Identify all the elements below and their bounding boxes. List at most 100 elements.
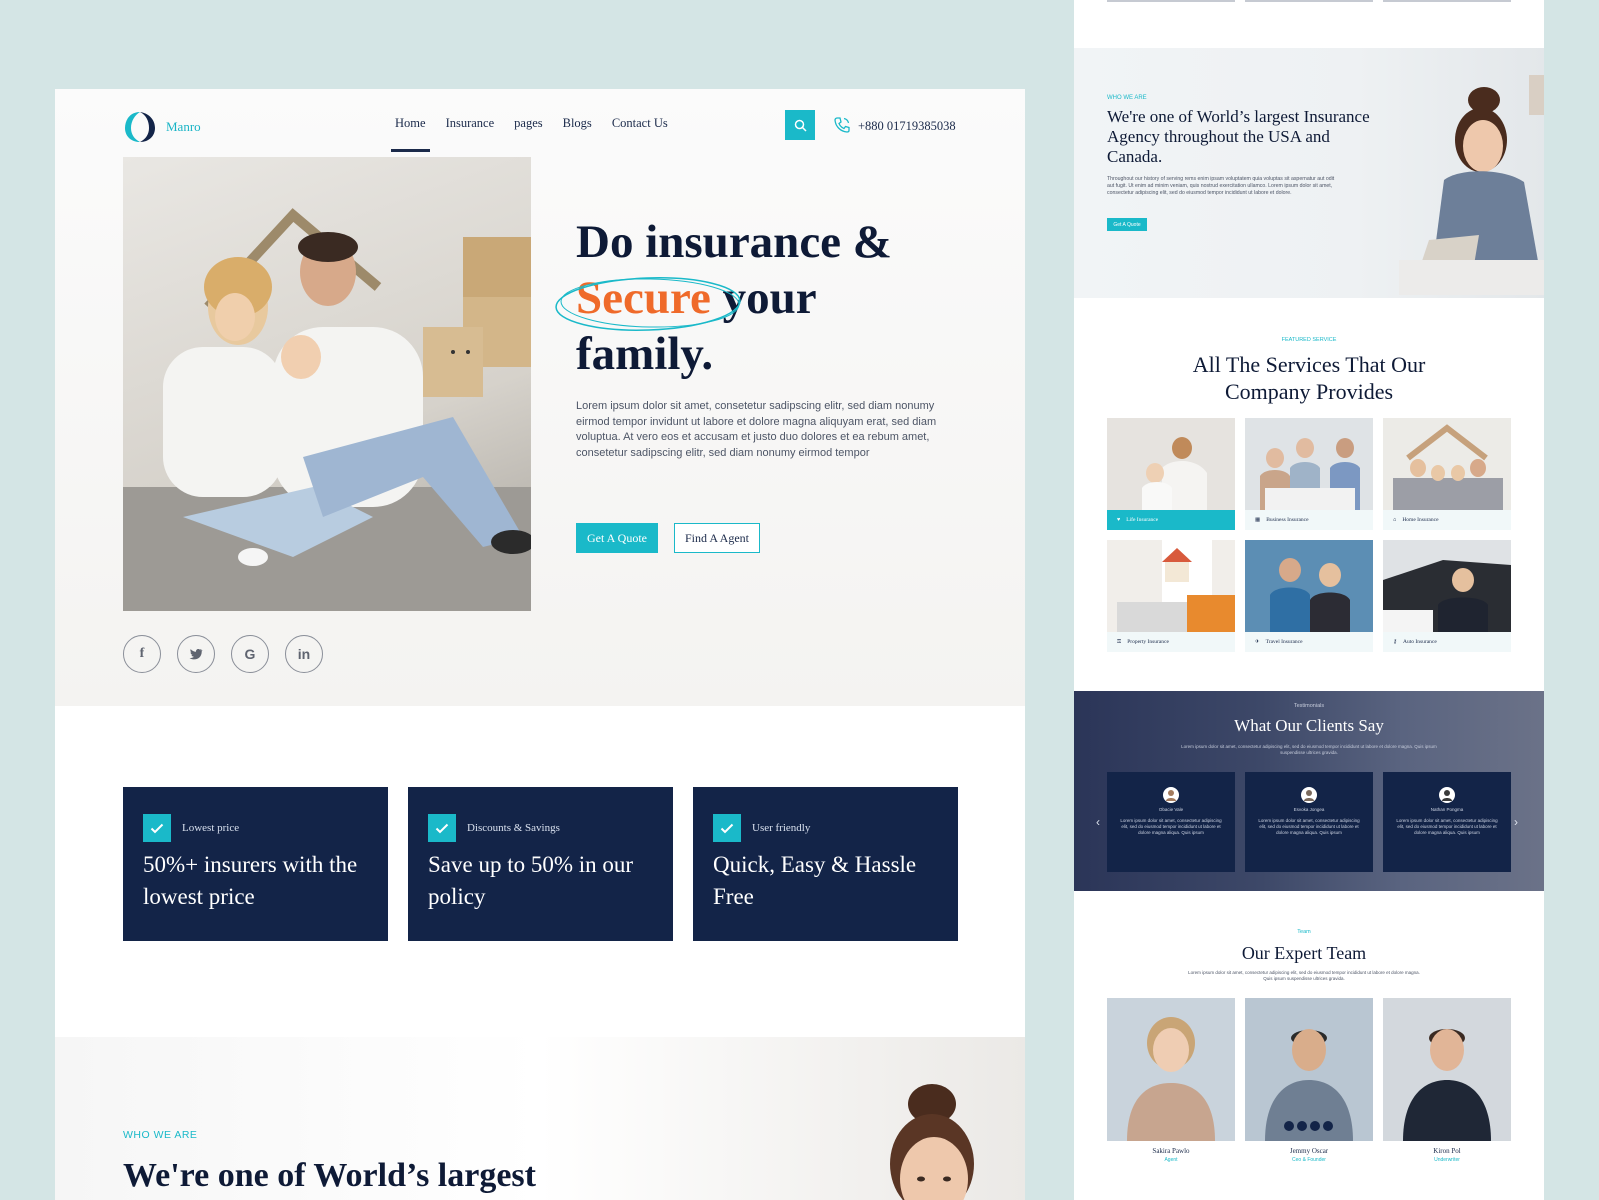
service-label: ♥ Life Insurance: [1107, 510, 1235, 530]
team-member-role: Agent: [1164, 1157, 1178, 1163]
team-member-photo: [1383, 998, 1511, 1141]
phone-icon: [834, 117, 850, 133]
nav-pages[interactable]: pages: [514, 116, 542, 131]
linkedin-icon[interactable]: in: [285, 635, 323, 673]
team-member-card[interactable]: Jemmy Oscar Ceo & Founder: [1245, 998, 1373, 1170]
service-image: [1107, 540, 1235, 632]
service-image: [1245, 540, 1373, 632]
car-key-icon: ⚷: [1393, 639, 1398, 645]
who-we-are-tag: WHO WE ARE: [123, 1129, 198, 1141]
chevron-left-icon[interactable]: ‹: [1096, 815, 1100, 829]
service-card-property[interactable]: ⚿ Property Insurance: [1107, 540, 1235, 652]
team-member-card[interactable]: Sakira Pawlo Agent: [1107, 998, 1235, 1170]
feature-tag: Lowest price: [182, 822, 240, 834]
woman-at-desk-photo: [1399, 75, 1544, 295]
testimonials-tag: Testimonials: [1293, 703, 1325, 709]
woman-portrait: [890, 1084, 974, 1200]
services-tag: FEATURED SERVICE: [1281, 337, 1337, 343]
service-card-business[interactable]: ▦ Business Insurance: [1245, 418, 1373, 530]
check-icon: [143, 814, 171, 842]
find-agent-button[interactable]: Find A Agent: [674, 523, 760, 553]
feature-tag: Discounts & Savings: [467, 822, 560, 834]
avatar: [1163, 787, 1179, 803]
search-button[interactable]: [785, 110, 815, 140]
team-member-photo: [1245, 998, 1373, 1141]
nav-links: Home Insurance pages Blogs Contact Us: [391, 116, 688, 152]
secondary-page-preview: WHO WE ARE We're one of World’s largest …: [1074, 0, 1544, 1200]
service-image: [1383, 418, 1511, 510]
preview-who-tag: WHO WE ARE: [1107, 95, 1147, 101]
testimonial-card: Esvoka Jongea Lorem ipsum dolor sit amet…: [1245, 772, 1373, 872]
team-subtitle: Lorem ipsum dolor sit amet, consectetur …: [1188, 970, 1420, 981]
feature-title: Quick, Easy & Hassle Free: [713, 852, 917, 909]
team-member-name: Sakira Pawlo: [1152, 1147, 1190, 1155]
top-dividers: [1107, 0, 1511, 2]
testimonials-subtitle: Lorem ipsum dolor sit amet, consectetur …: [1181, 744, 1437, 755]
building-icon: ▦: [1255, 517, 1261, 523]
service-card-life[interactable]: ♥ Life Insurance: [1107, 418, 1235, 530]
services-title: All The Services That Our Company Provid…: [1192, 352, 1426, 404]
preview-quote-button[interactable]: Get A Quote: [1107, 218, 1147, 231]
service-name: Life Insurance: [1126, 517, 1159, 523]
nav-insurance[interactable]: Insurance: [446, 116, 495, 131]
feature-card-discounts: Discounts & Savings Save up to 50% in ou…: [408, 787, 673, 941]
team-member-role: Ceo & Founder: [1292, 1157, 1326, 1163]
testimonial-text: Lorem ipsum dolor sit amet, consectetur …: [1396, 818, 1498, 835]
testimonials-title: What Our Clients Say: [1234, 716, 1384, 735]
home-icon: ⌂: [1393, 517, 1397, 523]
preview-who-title: We're one of World’s largest Insurance A…: [1107, 107, 1370, 166]
testimonial-card: Nathan Pongma Lorem ipsum dolor sit amet…: [1383, 772, 1511, 872]
social-links: f G in: [123, 635, 323, 673]
service-name: Travel Insurance: [1265, 639, 1303, 645]
preview-who-description: Throughout our history of serving rems e…: [1107, 176, 1335, 196]
chevron-right-icon[interactable]: ›: [1514, 815, 1518, 829]
nav-blogs[interactable]: Blogs: [563, 116, 592, 131]
avatar: [1301, 787, 1317, 803]
google-icon[interactable]: G: [231, 635, 269, 673]
facebook-icon[interactable]: f: [123, 635, 161, 673]
service-label: ⚷ Auto Insurance: [1383, 632, 1511, 652]
key-icon: ⚿: [1117, 638, 1122, 645]
service-card-home[interactable]: ⌂ Home Insurance: [1383, 418, 1511, 530]
get-quote-button[interactable]: Get A Quote: [576, 523, 658, 553]
service-image: [1245, 418, 1373, 510]
logo-icon[interactable]: [122, 109, 158, 145]
service-card-auto[interactable]: ⚷ Auto Insurance: [1383, 540, 1511, 652]
brand-name[interactable]: Manro: [166, 119, 201, 135]
service-label: ▦ Business Insurance: [1245, 510, 1373, 530]
team-member-photo: [1107, 998, 1235, 1141]
service-name: Auto Insurance: [1403, 639, 1437, 645]
team-member-role: Underwriter: [1434, 1157, 1460, 1163]
nav-contact[interactable]: Contact Us: [612, 116, 668, 131]
feature-card-lowest-price: Lowest price 50%+ insurers with the lowe…: [123, 787, 388, 941]
heart-icon: ♥: [1117, 517, 1121, 523]
plane-icon: ✈: [1255, 639, 1260, 645]
team-tag: Team: [1297, 929, 1311, 935]
service-image: [1107, 418, 1235, 510]
top-navbar: Manro Home Insurance pages Blogs Contact…: [55, 89, 1025, 157]
team-member-name: Kiron Pol: [1433, 1147, 1461, 1155]
team-title: Our Expert Team: [1241, 943, 1367, 963]
avatar: [1439, 787, 1455, 803]
testimonial-text: Lorem ipsum dolor sit amet, consectetur …: [1258, 818, 1360, 835]
service-label: ⚿ Property Insurance: [1107, 632, 1235, 652]
hero-description: Lorem ipsum dolor sit amet, consetetur s…: [576, 400, 937, 459]
team-member-name: Jemmy Oscar: [1289, 1147, 1329, 1155]
team-member-card[interactable]: Kiron Pol Underwriter: [1383, 998, 1511, 1170]
feature-tag: User friendly: [752, 822, 811, 834]
service-label: ✈ Travel Insurance: [1245, 632, 1373, 652]
phone-number[interactable]: +880 01719385038: [858, 119, 956, 134]
service-name: Business Insurance: [1266, 517, 1309, 523]
service-card-travel[interactable]: ✈ Travel Insurance: [1245, 540, 1373, 652]
main-page-mockup: Manro Home Insurance pages Blogs Contact…: [55, 89, 1025, 1200]
who-we-are-title: We're one of World’s largest: [123, 1157, 536, 1194]
hero-title-line1: Do insurance &: [576, 216, 892, 268]
nav-home[interactable]: Home: [391, 116, 430, 152]
testimonial-card: Obacie Vale Lorem ipsum dolor sit amet, …: [1107, 772, 1235, 872]
feature-card-user-friendly: User friendly Quick, Easy & Hassle Free: [693, 787, 958, 941]
testimonial-text: Lorem ipsum dolor sit amet, consectetur …: [1120, 818, 1222, 835]
feature-title: Save up to 50% in our policy: [428, 852, 634, 909]
twitter-icon[interactable]: [177, 635, 215, 673]
service-name: Property Insurance: [1127, 639, 1169, 645]
service-name: Home Insurance: [1402, 517, 1439, 523]
